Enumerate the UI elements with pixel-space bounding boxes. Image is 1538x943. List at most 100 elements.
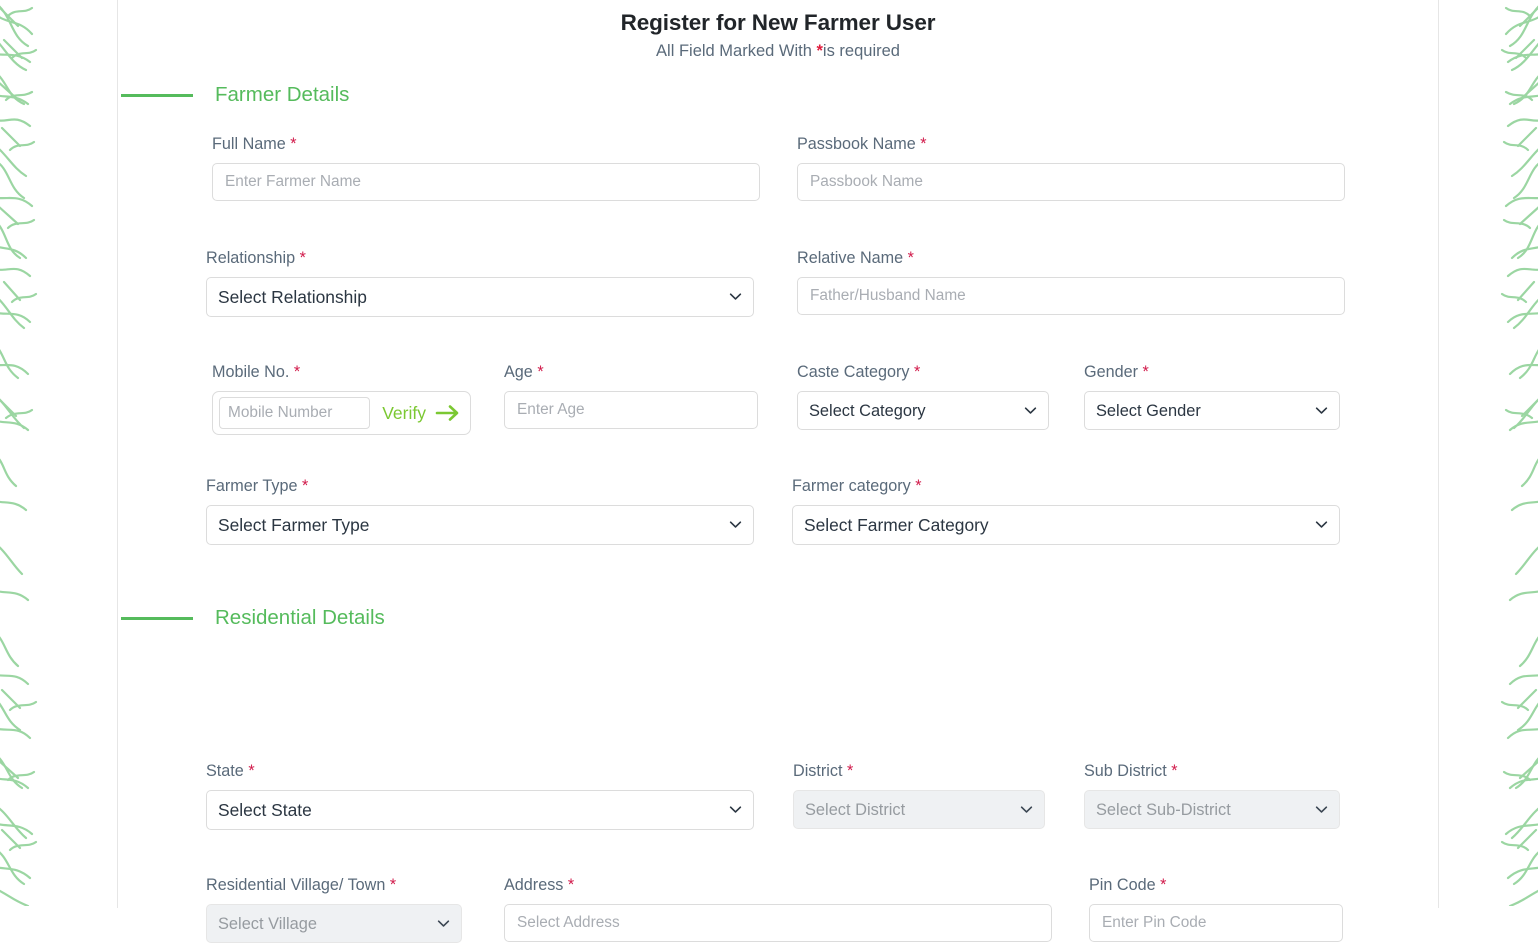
required-asterisk: * <box>300 249 306 267</box>
label-state: State * <box>206 762 754 781</box>
label-sub-district: Sub District * <box>1084 762 1340 781</box>
label-text: Relationship <box>206 249 295 267</box>
farmer-type-select[interactable]: Select Farmer Type <box>206 505 754 545</box>
label-farmer-type: Farmer Type * <box>206 477 754 496</box>
subtitle-text-before: All Field Marked With <box>656 42 816 60</box>
label-text: Age <box>504 363 533 381</box>
relationship-select-wrap: Select Relationship <box>206 277 754 317</box>
verify-button-label: Verify <box>382 403 426 424</box>
field-mobile-no: Mobile No. * Verify <box>212 363 471 435</box>
section-header-residential-details: Residential Details <box>118 606 385 630</box>
label-district: District * <box>793 762 1045 781</box>
field-gender: Gender * Select Gender <box>1084 363 1340 430</box>
required-asterisk: * <box>847 762 853 780</box>
field-district: District * Select District <box>793 762 1045 829</box>
required-asterisk: * <box>914 363 920 381</box>
field-sub-district: Sub District * Select Sub-District <box>1084 762 1340 829</box>
age-input[interactable] <box>504 391 758 429</box>
required-asterisk: * <box>568 876 574 894</box>
verify-mobile-button[interactable]: Verify <box>370 403 463 424</box>
label-text: District <box>793 762 842 780</box>
required-asterisk: * <box>390 876 396 894</box>
required-asterisk: * <box>294 363 300 381</box>
section-header-farmer-details: Farmer Details <box>118 83 1438 107</box>
mobile-input-group: Verify <box>212 391 471 435</box>
label-passbook-name: Passbook Name * <box>797 135 1345 154</box>
field-state: State * Select State <box>206 762 754 830</box>
village-select[interactable]: Select Village <box>206 904 462 943</box>
sub-district-select[interactable]: Select Sub-District <box>1084 790 1340 829</box>
farmer-category-select[interactable]: Select Farmer Category <box>792 505 1340 545</box>
field-passbook-name: Passbook Name * <box>797 135 1345 201</box>
label-text: Mobile No. <box>212 363 289 381</box>
caste-category-select[interactable]: Select Category <box>797 391 1049 430</box>
field-farmer-type: Farmer Type * Select Farmer Type <box>206 477 754 545</box>
required-asterisk: * <box>1171 762 1177 780</box>
field-address: Address * <box>504 876 1052 942</box>
arrow-right-icon <box>435 403 461 423</box>
label-text: Farmer Type <box>206 477 297 495</box>
page-title: Register for New Farmer User <box>118 10 1438 36</box>
subtitle-text-after: is required <box>823 42 900 60</box>
gender-select-wrap: Select Gender <box>1084 391 1340 430</box>
field-relationship: Relationship * Select Relationship <box>206 249 754 317</box>
label-text: Passbook Name <box>797 135 916 153</box>
field-residential-village: Residential Village/ Town * Select Villa… <box>206 876 462 943</box>
label-farmer-category: Farmer category * <box>792 477 1340 496</box>
required-asterisk: * <box>290 135 296 153</box>
label-relationship: Relationship * <box>206 249 754 268</box>
label-residential-village: Residential Village/ Town * <box>206 876 462 895</box>
required-asterisk: * <box>920 135 926 153</box>
label-age: Age * <box>504 363 758 382</box>
label-gender: Gender * <box>1084 363 1340 382</box>
field-relative-name: Relative Name * <box>797 249 1345 315</box>
required-asterisk: * <box>248 762 254 780</box>
label-text: Pin Code <box>1089 876 1156 894</box>
label-text: Sub District <box>1084 762 1167 780</box>
passbook-name-input[interactable] <box>797 163 1345 201</box>
leaf-pattern-icon-left <box>0 0 48 906</box>
farmer-category-select-wrap: Select Farmer Category <box>792 505 1340 545</box>
farmer-type-select-wrap: Select Farmer Type <box>206 505 754 545</box>
required-asterisk: * <box>915 477 921 495</box>
pin-code-input[interactable] <box>1089 904 1343 942</box>
field-full-name: Full Name * <box>212 135 760 201</box>
relative-name-input[interactable] <box>797 277 1345 315</box>
label-text: Gender <box>1084 363 1138 381</box>
field-farmer-category: Farmer category * Select Farmer Category <box>792 477 1340 545</box>
registration-form-card: Register for New Farmer User All Field M… <box>117 0 1439 908</box>
section-title-residential-details: Residential Details <box>215 606 385 630</box>
sub-district-select-wrap: Select Sub-District <box>1084 790 1340 829</box>
field-age: Age * <box>504 363 758 429</box>
address-input[interactable] <box>504 904 1052 942</box>
label-full-name: Full Name * <box>212 135 760 154</box>
district-select-wrap: Select District <box>793 790 1045 829</box>
field-caste-category: Caste Category * Select Category <box>797 363 1049 430</box>
label-text: Farmer category <box>792 477 911 495</box>
state-select[interactable]: Select State <box>206 790 754 830</box>
label-text: Address <box>504 876 563 894</box>
gender-select[interactable]: Select Gender <box>1084 391 1340 430</box>
mobile-number-input[interactable] <box>219 397 370 429</box>
label-text: Full Name <box>212 135 286 153</box>
required-asterisk: * <box>908 249 914 267</box>
required-asterisk: * <box>302 477 308 495</box>
district-select[interactable]: Select District <box>793 790 1045 829</box>
label-text: Residential Village/ Town <box>206 876 385 894</box>
label-text: Caste Category <box>797 363 909 381</box>
field-pin-code: Pin Code * <box>1089 876 1343 942</box>
label-caste-category: Caste Category * <box>797 363 1049 382</box>
required-asterisk: * <box>537 363 543 381</box>
relationship-select[interactable]: Select Relationship <box>206 277 754 317</box>
section-rule <box>121 617 193 620</box>
label-address: Address * <box>504 876 1052 895</box>
section-title-farmer-details: Farmer Details <box>215 83 349 107</box>
label-text: State <box>206 762 244 780</box>
caste-category-select-wrap: Select Category <box>797 391 1049 430</box>
required-asterisk: * <box>1143 363 1149 381</box>
section-rule <box>121 94 193 97</box>
label-mobile-no: Mobile No. * <box>212 363 471 382</box>
label-pin-code: Pin Code * <box>1089 876 1343 895</box>
full-name-input[interactable] <box>212 163 760 201</box>
leaf-pattern-icon-right <box>1490 0 1538 906</box>
